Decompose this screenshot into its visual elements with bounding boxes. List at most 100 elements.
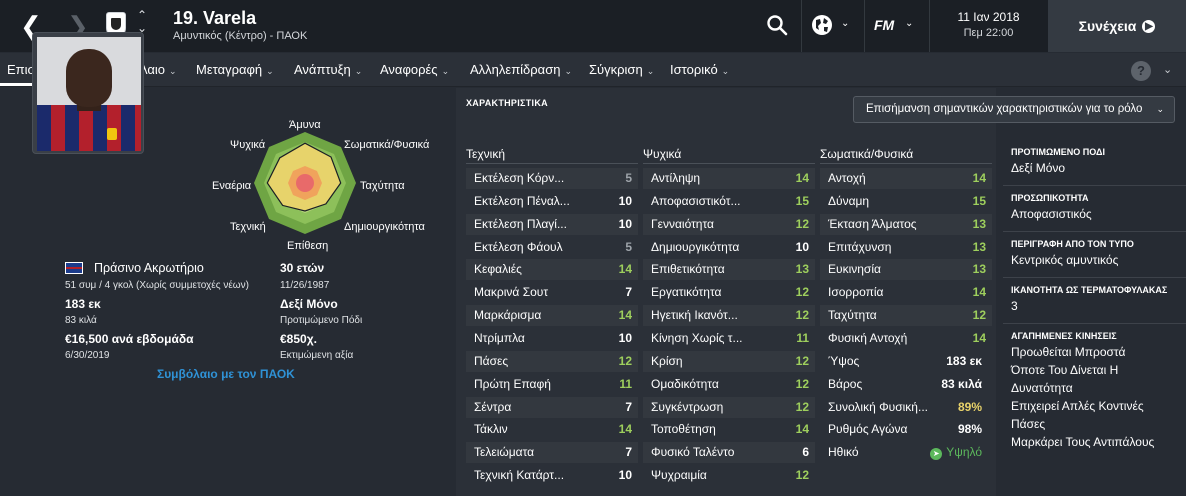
attribute-name: Τάκλιν bbox=[474, 422, 508, 437]
attribute-value: 12 bbox=[795, 216, 809, 231]
search-icon[interactable] bbox=[766, 14, 788, 41]
attribute-value: 89% bbox=[957, 399, 982, 414]
physical-attribute-row[interactable]: Ισορροπία 14 bbox=[820, 282, 992, 303]
mental-attribute-row[interactable]: Κίνηση Χωρίς τ... 11 bbox=[643, 328, 815, 349]
continue-button[interactable]: Συνέχεια ▶ bbox=[1048, 0, 1186, 52]
technical-attribute-row[interactable]: Εκτέλεση Πλαγί... 10 bbox=[466, 213, 638, 235]
attribute-name: Τεχνική Κατάρτ... bbox=[474, 468, 565, 483]
technical-column-title: Τεχνική bbox=[466, 147, 505, 161]
physical-attribute-row[interactable]: Αντοχή 14 bbox=[820, 168, 992, 189]
mental-attribute-row[interactable]: Αντίληψη 14 bbox=[643, 168, 815, 189]
technical-attribute-row[interactable]: Εκτέλεση Κόρν... 5 bbox=[466, 168, 638, 189]
attribute-value: 14 bbox=[972, 171, 986, 185]
attribute-name: Τοποθέτηση bbox=[651, 422, 716, 437]
physical-attribute-row[interactable]: Επιτάχυνση 13 bbox=[820, 237, 992, 258]
mental-attribute-row[interactable]: Δημιουργικότητα 10 bbox=[643, 237, 815, 258]
physical-info-row[interactable]: Ύψος 183 εκ bbox=[820, 351, 992, 372]
help-icon[interactable]: ? bbox=[1131, 61, 1151, 81]
tab-development[interactable]: Ανάπτυξη ⌄ bbox=[294, 62, 362, 77]
technical-attribute-row[interactable]: Μακρινά Σουτ 7 bbox=[466, 282, 638, 303]
player-title: 19. Varela bbox=[173, 8, 257, 28]
physical-info-row[interactable]: Βάρος 83 κιλά bbox=[820, 374, 992, 395]
continue-label: Συνέχεια bbox=[1078, 18, 1137, 34]
physical-attribute-row[interactable]: Ταχύτητα 12 bbox=[820, 305, 992, 327]
mental-attribute-row[interactable]: Κρίση 12 bbox=[643, 350, 815, 372]
technical-attribute-row[interactable]: Εκτέλεση Φάουλ 5 bbox=[466, 237, 638, 258]
side-info-heading: ΠΡΟΤΙΜΩΜΕΝΟ ΠΟΔΙ bbox=[1011, 147, 1105, 157]
technical-attribute-row[interactable]: Τεχνική Κατάρτ... 10 bbox=[466, 465, 638, 486]
tab-history[interactable]: Ιστορικό ⌄ bbox=[670, 62, 729, 77]
attribute-name: Ευκινησία bbox=[828, 262, 881, 277]
attribute-name: Τελειώματα bbox=[474, 445, 535, 460]
mental-attribute-row[interactable]: Επιθετικότητα 13 bbox=[643, 259, 815, 281]
side-info-divider bbox=[1003, 277, 1186, 278]
technical-attribute-row[interactable]: Πρώτη Επαφή 11 bbox=[466, 374, 638, 395]
side-info-heading: ΠΕΡΙΓΡΑΦΗ ΑΠΟ ΤΟΝ ΤΥΠΟ bbox=[1011, 239, 1134, 249]
physical-attribute-row[interactable]: Ευκινησία 13 bbox=[820, 259, 992, 281]
attribute-value: 6 bbox=[802, 445, 809, 460]
attribute-value: 13 bbox=[972, 262, 986, 277]
technical-attribute-row[interactable]: Εκτέλεση Πέναλ... 10 bbox=[466, 191, 638, 212]
tab-reports[interactable]: Αναφορές ⌄ bbox=[380, 62, 449, 77]
attribute-name: Ταχύτητα bbox=[828, 308, 877, 323]
technical-attribute-row[interactable]: Τελειώματα 7 bbox=[466, 442, 638, 464]
attribute-value: 12 bbox=[795, 353, 809, 368]
estimated-value-caption: Εκτιμώμενη αξία bbox=[280, 350, 354, 361]
mental-attribute-row[interactable]: Εργατικότητα 12 bbox=[643, 282, 815, 303]
technical-attribute-row[interactable]: Πάσες 12 bbox=[466, 350, 638, 372]
physical-info-row[interactable]: Ηθικό ➤ Υψηλό bbox=[820, 442, 992, 463]
mental-attribute-row[interactable]: Ηγετική Ικανότ... 12 bbox=[643, 305, 815, 327]
mental-attribute-row[interactable]: Ψυχραιμία 12 bbox=[643, 465, 815, 486]
side-info-heading: ΠΡΟΣΩΠΙΚΟΤΗΤΑ bbox=[1011, 193, 1089, 203]
technical-attribute-row[interactable]: Τάκλιν 14 bbox=[466, 419, 638, 440]
tab-comparison[interactable]: Σύγκριση ⌄ bbox=[589, 62, 654, 77]
mental-attribute-row[interactable]: Γενναιότητα 12 bbox=[643, 213, 815, 235]
tab-bar: Επισκόπηση⌄ Συμβόλαιο⌄ Μεταγραφή⌄ Ανάπτυ… bbox=[0, 53, 1186, 87]
wage-value: €16,500 ανά εβδομάδα bbox=[65, 332, 194, 346]
side-info-value: 3 bbox=[1011, 299, 1018, 313]
technical-attribute-row[interactable]: Μαρκάρισμα 14 bbox=[466, 305, 638, 327]
radar-label-aerial: Εναέρια bbox=[212, 180, 252, 192]
side-info-value: Επιχειρεί Απλές Κοντινές bbox=[1011, 399, 1144, 413]
attribute-name: Συγκέντρωση bbox=[651, 399, 724, 414]
attribute-name: Μαρκάρισμα bbox=[474, 308, 542, 323]
tab-transfer[interactable]: Μεταγραφή ⌄ bbox=[196, 62, 274, 77]
contract-link[interactable]: Συμβόλαιο με τον ΠΑΟΚ bbox=[157, 367, 295, 381]
tab-interaction[interactable]: Αλληλεπίδραση ⌄ bbox=[470, 62, 572, 77]
help-chevron-icon[interactable]: ⌄ bbox=[1163, 63, 1172, 76]
mental-attribute-row[interactable]: Συγκέντρωση 12 bbox=[643, 396, 815, 418]
attribute-name: Μακρινά Σουτ bbox=[474, 285, 549, 300]
physical-info-row[interactable]: Ρυθμός Αγώνα 98% bbox=[820, 419, 992, 440]
attribute-value: 7 bbox=[625, 445, 632, 460]
attribute-name: Ντρίμπλα bbox=[474, 330, 525, 345]
attribute-value: 14 bbox=[972, 285, 986, 300]
technical-attribute-row[interactable]: Σέντρα 7 bbox=[466, 396, 638, 418]
physical-attribute-row[interactable]: Δύναμη 15 bbox=[820, 191, 992, 212]
technical-attribute-row[interactable]: Ντρίμπλα 10 bbox=[466, 328, 638, 349]
attribute-value: 10 bbox=[618, 330, 632, 345]
fm-logo-icon[interactable]: FM bbox=[874, 17, 894, 33]
attribute-value: 14 bbox=[618, 262, 632, 277]
attribute-value: 12 bbox=[618, 353, 632, 368]
mental-attribute-row[interactable]: Τοποθέτηση 14 bbox=[643, 419, 815, 440]
globe-icon[interactable] bbox=[811, 14, 833, 41]
physical-attribute-row[interactable]: Έκταση Άλματος 13 bbox=[820, 213, 992, 235]
nationality[interactable]: Πράσινο Ακρωτήριο bbox=[94, 261, 204, 275]
mental-attribute-row[interactable]: Φυσικό Ταλέντο 6 bbox=[643, 442, 815, 464]
highlight-attributes-dropdown[interactable]: Επισήμανση σημαντικών χαρακτηριστικών γι… bbox=[853, 96, 1175, 123]
physical-info-row[interactable]: Συνολική Φυσική... 89% bbox=[820, 397, 992, 418]
fm-menu-chevron-icon[interactable]: ⌄ bbox=[905, 18, 913, 29]
player-subtitle[interactable]: Αμυντικός (Κέντρο) - ΠΑΟΚ bbox=[173, 30, 307, 42]
mental-attribute-row[interactable]: Ομαδικότητα 12 bbox=[643, 374, 815, 395]
technical-attribute-row[interactable]: Κεφαλιές 14 bbox=[466, 259, 638, 281]
attribute-name: Εργατικότητα bbox=[651, 285, 722, 300]
attribute-name: Ισορροπία bbox=[828, 285, 884, 300]
mental-attribute-row[interactable]: Αποφασιστικότ... 15 bbox=[643, 191, 815, 212]
chevron-down-icon[interactable]: ⌄ bbox=[841, 18, 849, 29]
attribute-name: Ηθικό bbox=[828, 445, 859, 460]
physical-attribute-row[interactable]: Φυσική Αντοχή 14 bbox=[820, 328, 992, 349]
footstep-icon: ➤ bbox=[930, 448, 943, 461]
attribute-name: Αντίληψη bbox=[651, 171, 701, 185]
attribute-value: 14 bbox=[795, 171, 809, 185]
attribute-value: 14 bbox=[618, 422, 632, 437]
